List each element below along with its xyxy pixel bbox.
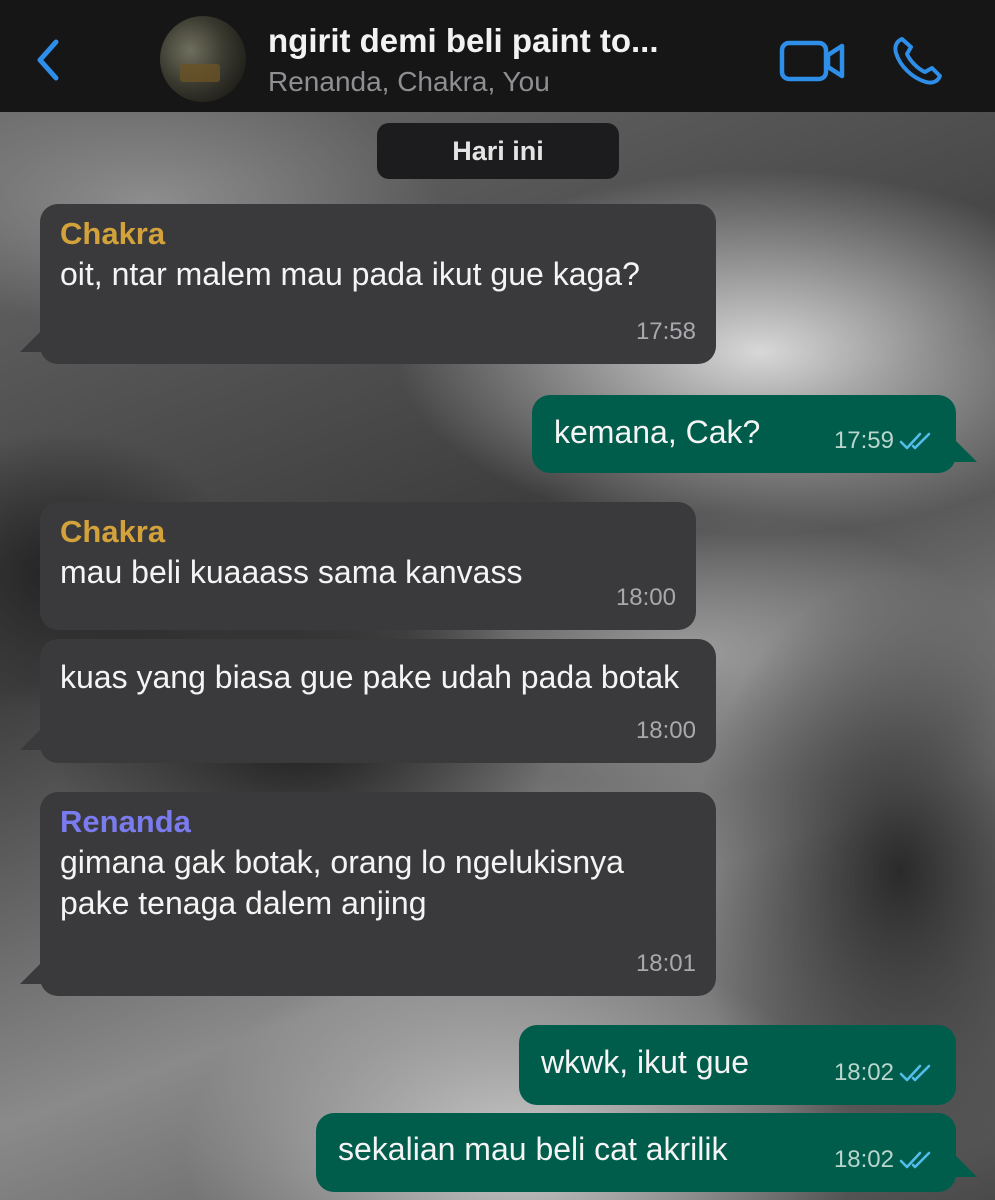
phone-icon (893, 37, 942, 85)
message-time: 18:00 (616, 577, 676, 618)
message-time: 18:02 (834, 1052, 936, 1093)
date-divider: Hari ini (377, 123, 619, 179)
timestamp: 18:02 (833, 1059, 894, 1086)
timestamp: 17:58 (635, 318, 696, 345)
video-call-icon (779, 40, 845, 82)
chat-header: ngirit demi beli paint to... Renanda, Ch… (0, 0, 995, 112)
message-bubble[interactable]: Renanda gimana gak botak, orang lo ngelu… (40, 792, 716, 996)
bubble-tail (20, 728, 42, 750)
group-avatar[interactable] (160, 16, 246, 102)
double-check-icon (899, 432, 931, 449)
sender-name: Chakra (60, 216, 166, 251)
bubble-tail (20, 330, 42, 352)
message-text: mau beli kuaaass sama kanvass (60, 554, 523, 590)
back-button[interactable] (30, 36, 70, 84)
bubble-tail (20, 962, 42, 984)
chevron-left-icon (37, 39, 59, 81)
double-check-icon (899, 1151, 931, 1168)
sender-name: Chakra (60, 514, 166, 549)
timestamp: 18:02 (833, 1146, 894, 1173)
sender-name: Renanda (60, 804, 191, 839)
bubble-tail (955, 1155, 977, 1177)
timestamp: 18:00 (615, 584, 676, 611)
double-check-icon (899, 1064, 931, 1081)
bubble-tail (955, 440, 977, 462)
message-time: 18:02 (834, 1139, 936, 1180)
message-bubble[interactable]: sekalian mau beli cat akrilik 18:02 (316, 1113, 956, 1192)
message-time: 17:59 (834, 420, 936, 461)
message-time: 18:00 (636, 710, 696, 751)
message-text: oit, ntar malem mau pada ikut gue kaga? (60, 256, 640, 292)
message-bubble[interactable]: wkwk, ikut gue 18:02 (519, 1025, 956, 1105)
voice-call-button[interactable] (888, 34, 948, 88)
message-bubble[interactable]: Chakra oit, ntar malem mau pada ikut gue… (40, 204, 716, 364)
timestamp: 17:59 (833, 427, 894, 454)
chat-participants[interactable]: Renanda, Chakra, You (268, 66, 550, 98)
message-bubble[interactable]: Chakra mau beli kuaaass sama kanvass 18:… (40, 502, 696, 630)
message-bubble[interactable]: kemana, Cak? 17:59 (532, 395, 956, 473)
chat-title[interactable]: ngirit demi beli paint to... (268, 22, 748, 60)
message-time: 18:01 (636, 943, 696, 984)
video-call-button[interactable] (778, 38, 848, 84)
message-bubble[interactable]: kuas yang biasa gue pake udah pada botak… (40, 639, 716, 763)
message-time: 17:58 (636, 311, 696, 352)
message-text: gimana gak botak, orang lo ngelukisnya p… (60, 844, 624, 921)
timestamp: 18:01 (635, 950, 696, 977)
timestamp: 18:00 (635, 717, 696, 744)
message-text: kuas yang biasa gue pake udah pada botak (60, 659, 680, 695)
